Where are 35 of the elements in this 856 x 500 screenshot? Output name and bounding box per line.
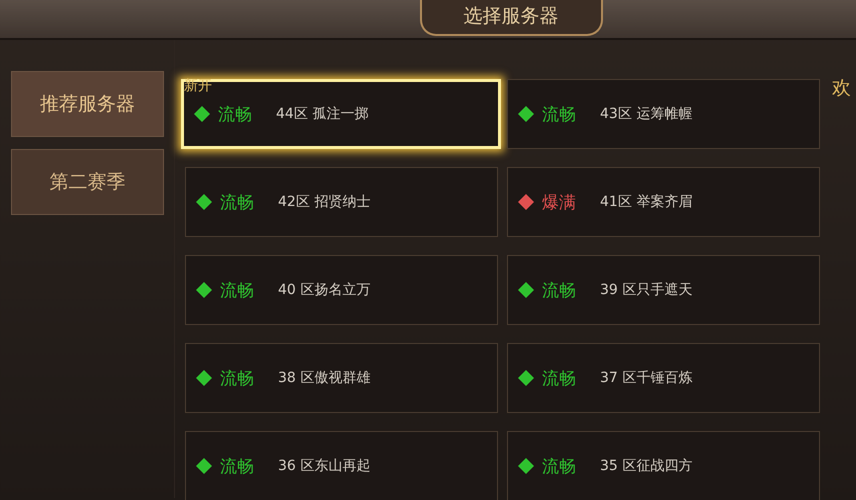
server-card[interactable]: 爆满 41区 举案齐眉 [507, 167, 820, 237]
sidebar-tab[interactable]: 推荐服务器 [11, 71, 164, 137]
status-label: 流畅 [220, 192, 254, 214]
server-card[interactable]: 流畅 38 区傲视群雄 [185, 343, 498, 413]
server-name: 40 区扬名立万 [278, 281, 370, 299]
server-card[interactable]: 流畅 43区 运筹帷幄 [507, 79, 820, 149]
server-name: 42区 招贤纳士 [278, 193, 370, 211]
new-label: 新开 [184, 79, 212, 93]
server-name: 36 区东山再起 [278, 457, 370, 475]
server-card[interactable]: 流畅 39 区只手遮天 [507, 255, 820, 325]
status-label: 流畅 [220, 368, 254, 390]
server-card[interactable]: 流畅 35 区征战四方 [507, 431, 820, 500]
server-name: 41区 举案齐眉 [600, 193, 692, 211]
server-name: 44区 孤注一掷 [276, 105, 368, 123]
sidebar-tab[interactable]: 第二赛季 [11, 149, 164, 215]
window-title: 选择服务器 [420, 0, 602, 36]
side-text: 欢 [832, 77, 851, 99]
status-label: 流畅 [220, 456, 254, 478]
server-card[interactable]: 新开 流畅 44区 孤注一掷 [181, 79, 501, 149]
status-label: 流畅 [542, 368, 576, 390]
server-name: 38 区傲视群雄 [278, 369, 370, 387]
server-card[interactable]: 流畅 37 区千锤百炼 [507, 343, 820, 413]
status-label: 流畅 [542, 456, 576, 478]
server-name: 37 区千锤百炼 [600, 369, 692, 387]
server-name: 43区 运筹帷幄 [600, 105, 692, 123]
status-label: 流畅 [542, 104, 576, 126]
status-label: 流畅 [542, 280, 576, 302]
server-name: 39 区只手遮天 [600, 281, 692, 299]
server-name: 35 区征战四方 [600, 457, 692, 475]
status-label: 流畅 [220, 280, 254, 302]
server-card[interactable]: 流畅 42区 招贤纳士 [185, 167, 498, 237]
status-label: 爆满 [542, 192, 576, 214]
server-card[interactable]: 流畅 36 区东山再起 [185, 431, 498, 500]
status-label: 流畅 [218, 104, 252, 126]
server-card[interactable]: 流畅 40 区扬名立万 [185, 255, 498, 325]
